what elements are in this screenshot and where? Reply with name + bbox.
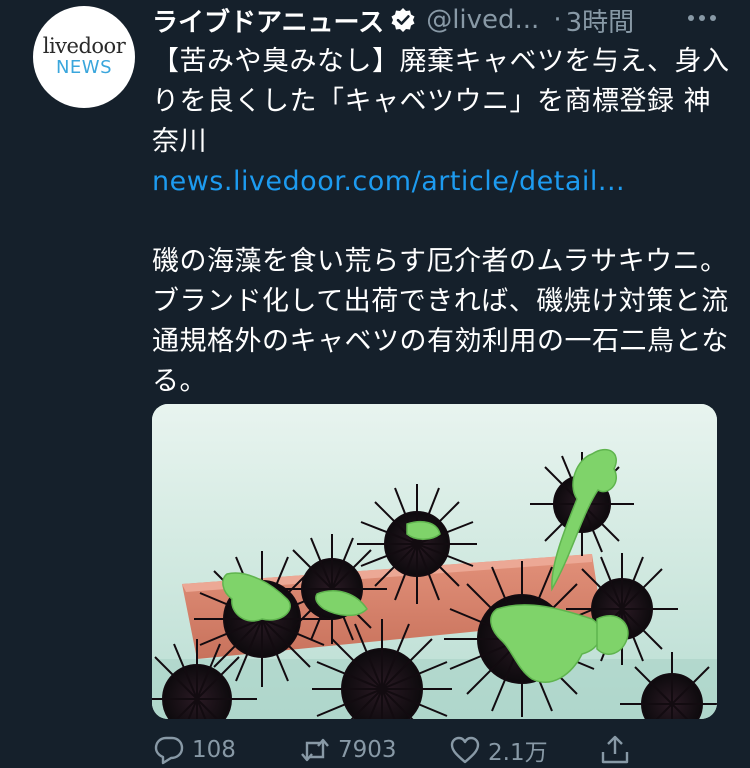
article-link[interactable]: news.livedoor.com/article/detail...	[152, 162, 732, 202]
share-button[interactable]	[598, 730, 638, 768]
sea-urchin-photo	[152, 404, 717, 719]
tweet[interactable]: livedoor NEWS ライブドアニュース @lived... · 3時間 …	[0, 0, 750, 768]
more-options-icon[interactable]	[680, 0, 724, 36]
separator-dot: ·	[553, 5, 562, 35]
reply-icon	[152, 733, 186, 767]
display-name[interactable]: ライブドアニュース	[152, 2, 384, 39]
like-button[interactable]: 2.1万	[448, 730, 548, 768]
retweet-icon	[298, 733, 332, 767]
heart-icon	[448, 733, 482, 767]
tweet-actions: 108 7903 2.1万	[152, 730, 732, 768]
retweet-count: 7903	[338, 737, 397, 763]
tweet-image[interactable]	[152, 404, 717, 719]
retweet-button[interactable]: 7903	[298, 730, 397, 768]
avatar[interactable]: livedoor NEWS	[33, 6, 135, 108]
reply-count: 108	[192, 737, 236, 763]
verified-badge-icon	[390, 7, 416, 33]
user-handle[interactable]: @lived...	[426, 5, 539, 35]
avatar-logo-top: livedoor	[42, 34, 126, 58]
reply-button[interactable]: 108	[152, 730, 236, 768]
tweet-headline: 【苦みや臭みなし】廃棄キャベツを与え、身入りを良くした「キャベツウニ」を商標登録…	[152, 46, 730, 157]
tweet-summary: 磯の海藻を食い荒らす厄介者のムラサキウニ。ブランド化して出荷できれば、磯焼け対策…	[152, 246, 729, 397]
tweet-body: 【苦みや臭みなし】廃棄キャベツを与え、身入りを良くした「キャベツウニ」を商標登録…	[152, 42, 732, 402]
like-count: 2.1万	[488, 740, 548, 766]
share-icon	[598, 733, 632, 767]
avatar-logo-bottom: NEWS	[55, 57, 113, 78]
tweet-header: ライブドアニュース @lived... · 3時間	[152, 0, 732, 40]
tweet-timestamp[interactable]: 3時間	[566, 2, 635, 39]
